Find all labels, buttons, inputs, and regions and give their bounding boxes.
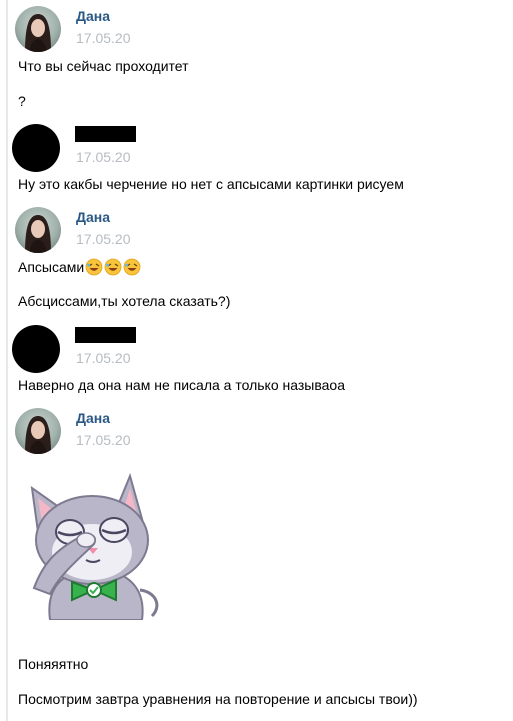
message-text: Что вы сейчас проходитет (18, 58, 189, 74)
message-text: Наверно да она нам не писала а только на… (18, 377, 345, 393)
avatar[interactable] (15, 207, 61, 253)
facepalm-cat-sticker[interactable] (20, 470, 170, 620)
avatar[interactable] (15, 408, 61, 454)
redacted-author-name (75, 327, 136, 343)
message-date[interactable]: 17.05.20 (76, 432, 131, 448)
author-name[interactable]: Дана (76, 8, 110, 24)
message-date[interactable]: 17.05.20 (76, 149, 131, 165)
avatar[interactable] (15, 6, 61, 52)
message-text-content: Апсысами (18, 259, 85, 275)
author-name[interactable]: Дана (76, 410, 110, 426)
message-text: Апсысами (18, 258, 141, 276)
avatar-photo-icon (25, 14, 51, 52)
avatar[interactable] (12, 124, 60, 172)
avatar-photo-icon (25, 416, 51, 454)
message-date[interactable]: 17.05.20 (76, 30, 131, 46)
author-name[interactable]: Дана (76, 209, 110, 225)
rofl-emoji-icon (85, 258, 103, 276)
rofl-emoji-icon (104, 258, 122, 276)
message-text: Абсциссами,ты хотела сказать?) (18, 293, 231, 309)
message-date[interactable]: 17.05.20 (76, 231, 131, 247)
rofl-emoji-icon (123, 258, 141, 276)
message-text: Поняяятно (18, 656, 89, 672)
message-text: ? (18, 93, 26, 109)
thread-rule (6, 0, 8, 721)
avatar[interactable] (12, 325, 60, 373)
message-text: Ну это какбы черчение но нет с апсысами … (18, 176, 404, 192)
avatar-photo-icon (25, 215, 51, 253)
message-date[interactable]: 17.05.20 (76, 350, 131, 366)
redacted-author-name (75, 126, 136, 142)
message-text: Посмотрим завтра уравнения на повторение… (18, 691, 418, 707)
